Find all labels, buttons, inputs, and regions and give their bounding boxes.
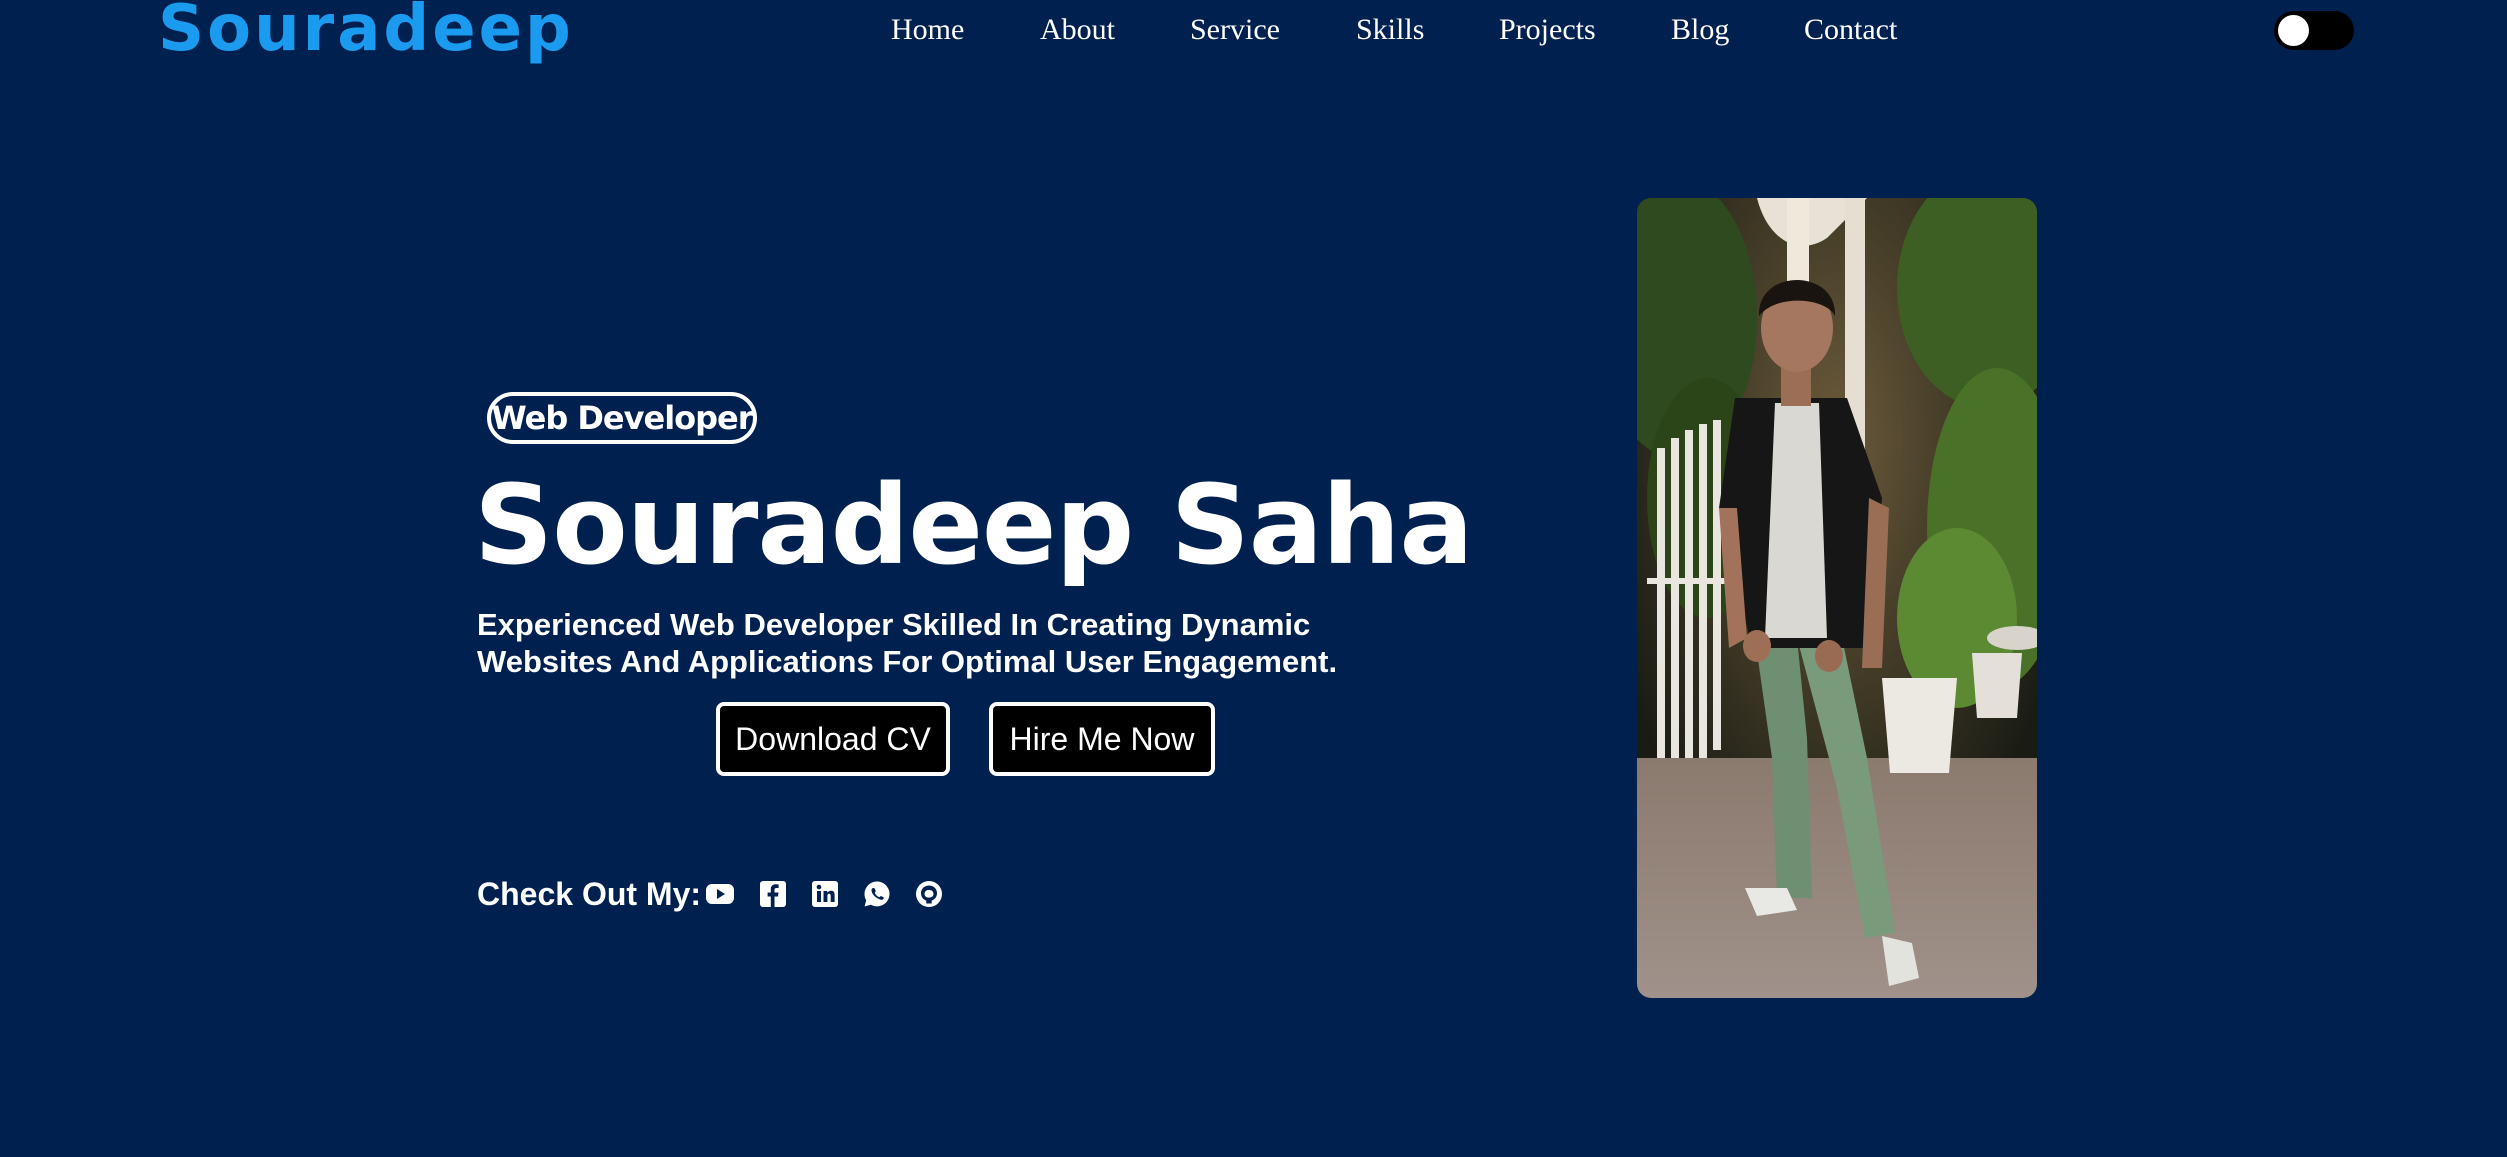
social-label: Check Out My: [477, 876, 702, 912]
role-badge: Web Developer [487, 392, 757, 444]
youtube-icon[interactable] [706, 880, 734, 908]
linkedin-icon[interactable] [811, 880, 839, 908]
hero-description: Experienced Web Developer Skilled In Cre… [477, 607, 1338, 679]
nav-skills[interactable]: Skills [1356, 10, 1424, 50]
whatsapp-icon[interactable] [863, 880, 891, 908]
nav-home[interactable]: Home [891, 10, 964, 50]
site-logo[interactable]: Souradeep [158, 0, 574, 64]
hire-me-button[interactable]: Hire Me Now [989, 702, 1215, 776]
facebook-icon[interactable] [759, 880, 787, 908]
toggle-knob [2278, 15, 2309, 46]
nav-blog[interactable]: Blog [1671, 10, 1729, 50]
hero-name: Souradeep Saha [474, 461, 1474, 589]
nav-about[interactable]: About [1040, 10, 1115, 50]
github-icon[interactable] [915, 880, 943, 908]
theme-toggle[interactable] [2274, 11, 2354, 50]
nav-service[interactable]: Service [1190, 10, 1280, 50]
download-cv-button[interactable]: Download CV [716, 702, 950, 776]
profile-photo [1637, 198, 2037, 998]
nav-contact[interactable]: Contact [1804, 10, 1897, 50]
nav-projects[interactable]: Projects [1499, 10, 1596, 50]
